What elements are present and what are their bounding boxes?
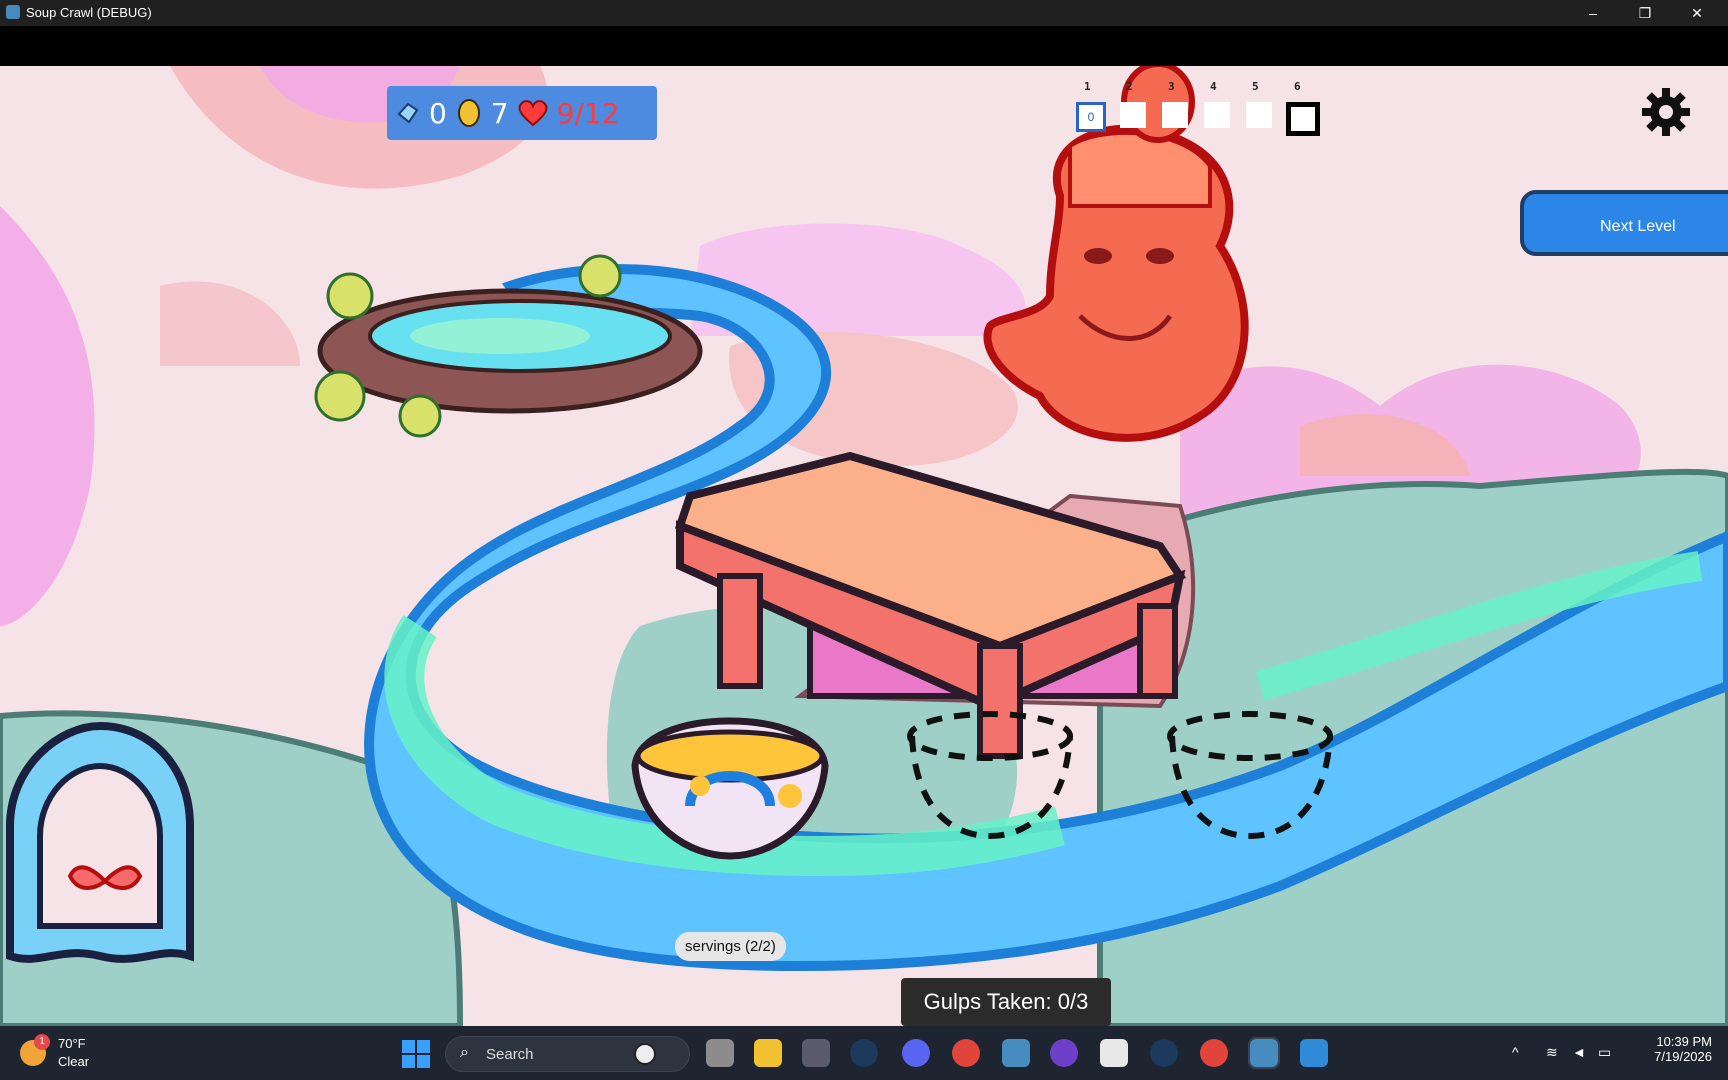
- inventory-slot-6[interactable]: [1286, 102, 1320, 136]
- godot-icon[interactable]: [1002, 1039, 1030, 1067]
- show-hidden-icons[interactable]: ^: [1512, 1044, 1519, 1060]
- game-viewport[interactable]: 0 7 9/12 1 2 3 4 5 6 0 Next Level servin…: [0, 66, 1728, 1026]
- coin-icon: [457, 99, 480, 127]
- clock-date: 7/19/2026: [1654, 1049, 1712, 1064]
- window-logo-icon: [6, 5, 20, 19]
- inventory-slot-2[interactable]: [1120, 102, 1146, 128]
- inventory-slot-1[interactable]: 0: [1076, 102, 1106, 132]
- slot-number: 4: [1210, 80, 1217, 93]
- servings-label: servings (2/2): [675, 932, 786, 961]
- maximize-button[interactable]: ❐: [1622, 0, 1668, 26]
- search-highlight-icon: [634, 1043, 656, 1065]
- battery-icon[interactable]: ▭: [1598, 1044, 1611, 1061]
- game-scene: [0, 66, 1728, 1026]
- github-desktop-icon[interactable]: [1050, 1039, 1078, 1067]
- steam-icon[interactable]: [850, 1039, 878, 1067]
- task-view-icon[interactable]: [706, 1039, 734, 1067]
- chrome-icon[interactable]: [952, 1039, 980, 1067]
- taskbar-search[interactable]: ⌕ Search: [445, 1036, 690, 1072]
- close-button[interactable]: ✕: [1674, 0, 1720, 26]
- inventory-slot-3[interactable]: [1162, 102, 1188, 128]
- clock-time: 10:39 PM: [1656, 1034, 1712, 1049]
- search-icon: ⌕: [460, 1044, 469, 1061]
- windows-taskbar: 1 70°F Clear ⌕ Search ^ ≋ ◄ ▭ 10:39 PM 7…: [0, 1026, 1728, 1080]
- gem-count: 0: [429, 96, 447, 130]
- resource-hud: 0 7 9/12: [387, 86, 657, 140]
- steam-icon-2[interactable]: [1150, 1039, 1178, 1067]
- slot-number: 5: [1252, 80, 1259, 93]
- next-level-button[interactable]: Next Level: [1520, 190, 1728, 256]
- snipping-tool-icon[interactable]: [1100, 1039, 1128, 1067]
- system-clock[interactable]: 10:39 PM 7/19/2026: [1622, 1034, 1712, 1064]
- gear-icon[interactable]: [1640, 86, 1692, 138]
- letterbox-bar: [0, 26, 1728, 66]
- file-explorer-icon[interactable]: [754, 1039, 782, 1067]
- health-count: 9/12: [556, 96, 620, 130]
- inventory-slot-4[interactable]: [1204, 102, 1230, 128]
- window-title: Soup Crawl (DEBUG): [26, 5, 152, 20]
- search-placeholder: Search: [486, 1046, 534, 1063]
- weather-badge: 1: [34, 1034, 50, 1050]
- godot-game-icon[interactable]: [1248, 1037, 1280, 1069]
- windows-start-icon[interactable]: [402, 1040, 430, 1068]
- heart-icon: [518, 100, 548, 127]
- photos-icon[interactable]: [1300, 1039, 1328, 1067]
- weather-condition: Clear: [58, 1054, 90, 1069]
- slot-number: 3: [1168, 80, 1175, 93]
- unity-hub-icon[interactable]: [802, 1039, 830, 1067]
- volume-icon[interactable]: ◄: [1572, 1044, 1586, 1060]
- wifi-icon[interactable]: ≋: [1546, 1044, 1558, 1061]
- weather-temp: 70°F: [58, 1036, 86, 1051]
- slot-number: 2: [1126, 80, 1133, 93]
- gem-icon: [397, 102, 419, 124]
- slot-number: 1: [1084, 80, 1091, 93]
- window-titlebar: Soup Crawl (DEBUG) – ❐ ✕: [0, 0, 1728, 26]
- coin-count: 7: [490, 96, 509, 130]
- minimize-button[interactable]: –: [1570, 0, 1616, 26]
- inventory-slot-5[interactable]: [1246, 102, 1272, 128]
- slot-number: 6: [1294, 80, 1301, 93]
- chrome-profile-icon[interactable]: [1200, 1039, 1228, 1067]
- discord-icon[interactable]: [902, 1039, 930, 1067]
- gulps-taken-label: Gulps Taken: 0/3: [901, 978, 1111, 1026]
